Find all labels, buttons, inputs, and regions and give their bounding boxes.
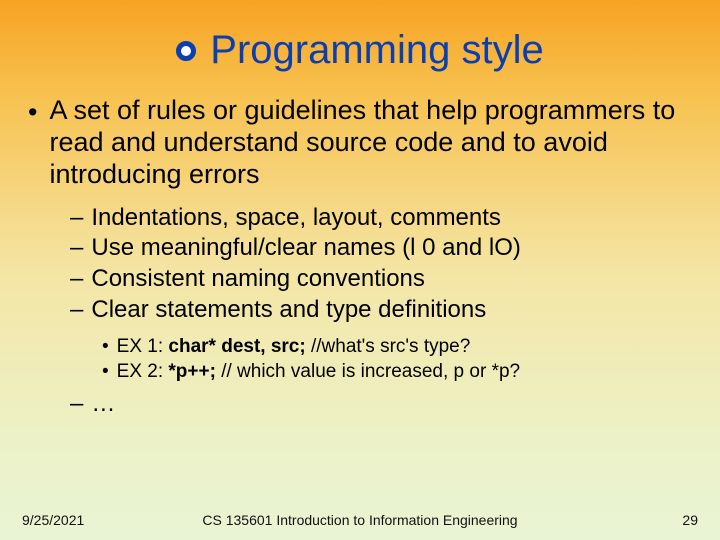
- dash-icon: –: [70, 233, 83, 264]
- main-bullet-text: A set of rules or guidelines that help p…: [49, 95, 692, 191]
- example-list: • EX 1: char* dest, src; //what's src's …: [28, 325, 692, 384]
- list-item-text: Use meaningful/clear names (l 0 and lO): [91, 233, 521, 264]
- main-bullet: • A set of rules or guidelines that help…: [28, 95, 692, 191]
- list-item: • EX 1: char* dest, src; //what's src's …: [102, 335, 692, 360]
- bullet-dot-icon: •: [102, 360, 109, 385]
- example-comment: //what's src's type?: [306, 336, 471, 357]
- dash-icon: –: [70, 389, 83, 420]
- list-item: – Use meaningful/clear names (l 0 and lO…: [70, 233, 692, 264]
- slide-title: Programming style: [210, 28, 543, 73]
- list-item: – Consistent naming conventions: [70, 264, 692, 295]
- slide-footer: 9/25/2021 CS 135601 Introduction to Info…: [0, 512, 720, 528]
- example-label: EX 2:: [117, 361, 169, 382]
- dash-icon: –: [70, 295, 83, 326]
- trailing-sub-list: – …: [28, 385, 692, 420]
- dash-icon: –: [70, 264, 83, 295]
- bullet-dot-icon: •: [28, 95, 37, 191]
- list-item-text: Consistent naming conventions: [91, 264, 425, 295]
- example-text: EX 1: char* dest, src; //what's src's ty…: [117, 335, 471, 360]
- example-label: EX 1:: [117, 336, 169, 357]
- list-item-text: …: [91, 389, 115, 420]
- list-item: • EX 2: *p++; // which value is increase…: [102, 360, 692, 385]
- footer-course: CS 135601 Introduction to Information En…: [0, 512, 720, 528]
- list-item: – Clear statements and type definitions: [70, 295, 692, 326]
- list-item-text: Clear statements and type definitions: [91, 295, 486, 326]
- list-item: – …: [70, 389, 692, 420]
- list-item-text: Indentations, space, layout, comments: [91, 203, 501, 234]
- list-item: – Indentations, space, layout, comments: [70, 203, 692, 234]
- dash-icon: –: [70, 203, 83, 234]
- sub-bullet-list: – Indentations, space, layout, comments …: [28, 191, 692, 326]
- slide-content: • A set of rules or guidelines that help…: [0, 73, 720, 420]
- example-code: char* dest, src;: [168, 336, 305, 357]
- title-bullet-icon: [176, 41, 196, 61]
- bullet-dot-icon: •: [102, 335, 109, 360]
- example-text: EX 2: *p++; // which value is increased,…: [117, 360, 520, 385]
- slide-title-row: Programming style: [0, 0, 720, 73]
- example-comment: // which value is increased, p or *p?: [216, 361, 520, 382]
- example-code: *p++;: [168, 361, 216, 382]
